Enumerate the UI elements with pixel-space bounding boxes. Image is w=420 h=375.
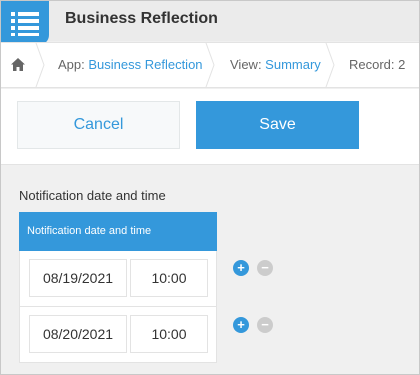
breadcrumb-record: Record: 2 bbox=[349, 57, 406, 72]
row-actions: + − bbox=[233, 317, 283, 337]
breadcrumb-separator bbox=[35, 43, 45, 87]
list-icon[interactable] bbox=[1, 1, 49, 45]
remove-row-icon[interactable]: − bbox=[257, 260, 273, 276]
app-header: Business Reflection bbox=[1, 1, 419, 45]
home-icon[interactable] bbox=[10, 57, 26, 73]
breadcrumb-view[interactable]: View: Summary bbox=[230, 43, 321, 87]
breadcrumb-view-prefix: View: bbox=[230, 57, 266, 72]
save-button[interactable]: Save bbox=[196, 101, 359, 149]
add-row-icon[interactable]: + bbox=[233, 317, 249, 333]
remove-row-icon[interactable]: − bbox=[257, 317, 273, 333]
breadcrumb-app[interactable]: App: Business Reflection bbox=[58, 43, 203, 87]
add-row-icon[interactable]: + bbox=[233, 260, 249, 276]
breadcrumb-separator bbox=[205, 43, 215, 87]
app-title: Business Reflection bbox=[65, 10, 218, 27]
breadcrumb-view-link[interactable]: Summary bbox=[265, 57, 321, 72]
record-edit-window: Business Reflection App: Business Reflec… bbox=[0, 0, 420, 375]
table-row: 08/19/2021 10:00 bbox=[19, 251, 217, 307]
date-field[interactable]: 08/19/2021 bbox=[29, 259, 127, 297]
cancel-button[interactable]: Cancel bbox=[17, 101, 180, 149]
breadcrumb: App: Business Reflection View: Summary R… bbox=[1, 42, 419, 88]
field-label: Notification date and time bbox=[19, 188, 166, 203]
subtable-header: Notification date and time bbox=[19, 212, 217, 251]
breadcrumb-separator bbox=[325, 43, 335, 87]
date-field[interactable]: 08/20/2021 bbox=[29, 315, 127, 353]
table-row: 08/20/2021 10:00 bbox=[19, 307, 217, 363]
time-field[interactable]: 10:00 bbox=[130, 259, 208, 297]
breadcrumb-app-link[interactable]: Business Reflection bbox=[88, 57, 202, 72]
notification-subtable: Notification date and time 08/19/2021 10… bbox=[19, 212, 217, 363]
breadcrumb-app-prefix: App: bbox=[58, 57, 89, 72]
action-bar: Cancel Save bbox=[1, 89, 419, 165]
time-field[interactable]: 10:00 bbox=[130, 315, 208, 353]
row-actions: + − bbox=[233, 260, 283, 280]
